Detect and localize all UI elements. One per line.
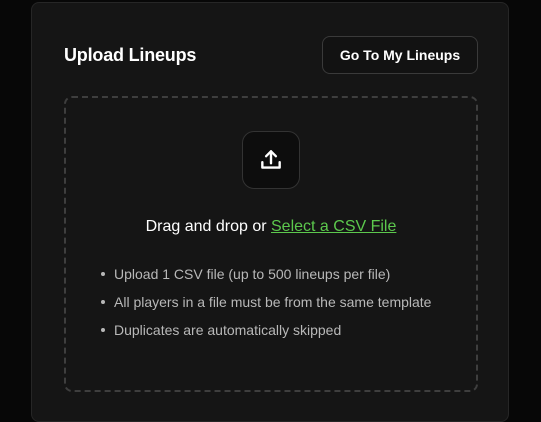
list-item: Duplicates are automatically skipped bbox=[101, 320, 434, 341]
list-item: All players in a file must be from the s… bbox=[101, 292, 434, 313]
select-csv-file-link[interactable]: Select a CSV File bbox=[271, 218, 396, 235]
csv-dropzone[interactable]: Drag and drop or Select a CSV File Uploa… bbox=[64, 96, 478, 392]
go-to-my-lineups-button[interactable]: Go To My Lineups bbox=[322, 36, 478, 74]
list-item: Upload 1 CSV file (up to 500 lineups per… bbox=[101, 264, 434, 285]
drag-drop-label: Drag and drop or bbox=[145, 218, 271, 235]
upload-icon bbox=[242, 131, 300, 189]
upload-lineups-card: Upload Lineups Go To My Lineups Drag and… bbox=[31, 2, 509, 422]
card-title: Upload Lineups bbox=[64, 45, 197, 65]
upload-instructions-list: Upload 1 CSV file (up to 500 lineups per… bbox=[101, 264, 434, 348]
drag-drop-text: Drag and drop or Select a CSV File bbox=[66, 218, 476, 236]
